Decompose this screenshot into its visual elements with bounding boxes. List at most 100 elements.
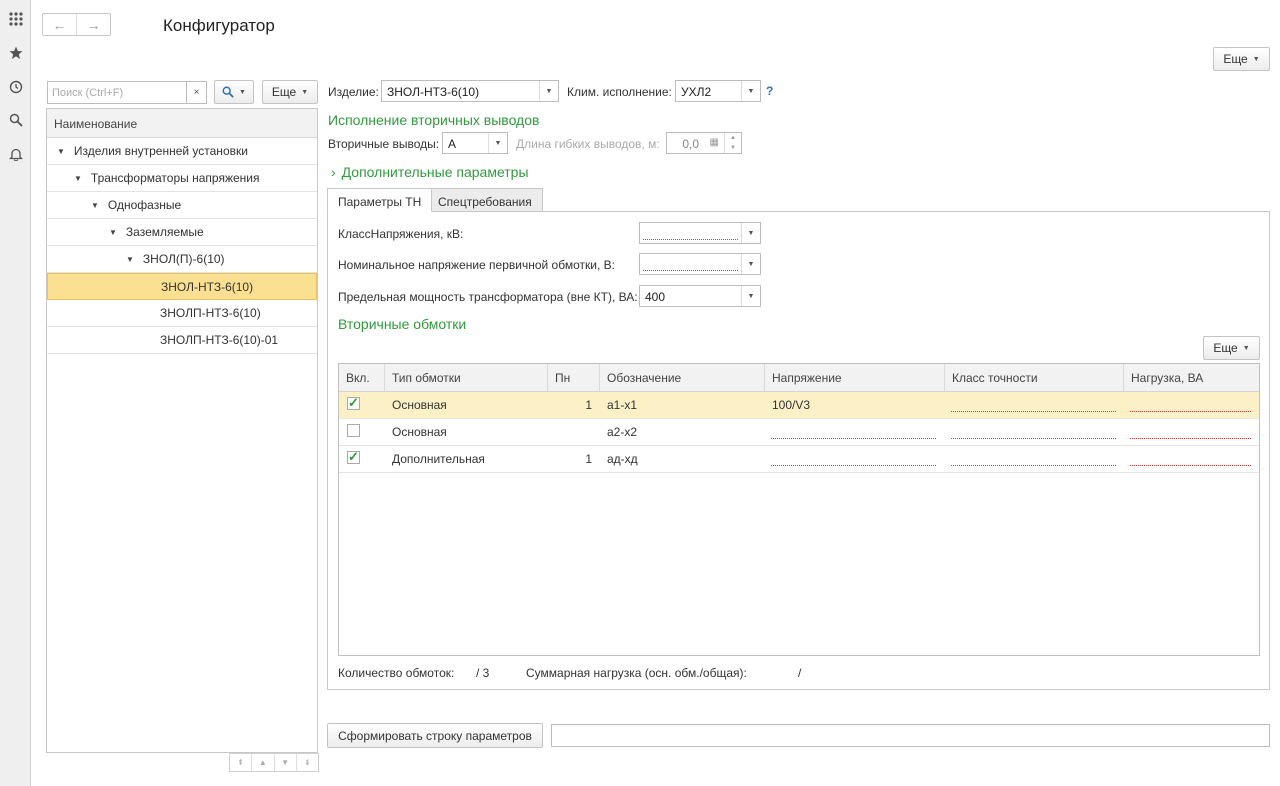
voltage-class-select[interactable]: ▼ bbox=[639, 222, 761, 244]
windings-heading: Вторичные обмотки bbox=[338, 316, 467, 332]
accuracy-cell[interactable] bbox=[944, 392, 1123, 418]
pn-cell bbox=[547, 419, 599, 445]
tree-node-label: Однофазные bbox=[107, 198, 182, 212]
expanded-triangle-icon[interactable]: ▼ bbox=[109, 228, 117, 237]
search-icon[interactable] bbox=[0, 109, 31, 131]
table-row[interactable]: Основная а2-х2 bbox=[339, 419, 1259, 446]
chevron-down-icon: ▼ bbox=[301, 88, 309, 96]
accuracy-cell[interactable] bbox=[944, 446, 1123, 472]
chevron-down-icon[interactable]: ▼ bbox=[539, 81, 558, 101]
scroll-last-icon[interactable]: ⇟ bbox=[297, 754, 318, 771]
required-marker bbox=[1130, 411, 1251, 412]
tree-node-label: Заземляемые bbox=[125, 225, 204, 239]
forward-arrow-icon[interactable]: → bbox=[77, 14, 110, 35]
tree-node-single-phase[interactable]: ▼ Однофазные bbox=[47, 192, 317, 219]
scroll-down-icon[interactable]: ▼ bbox=[275, 754, 297, 771]
scroll-first-icon[interactable]: ⇞ bbox=[230, 754, 253, 771]
tree-node-voltage-transformers[interactable]: ▼ Трансформаторы напряжения bbox=[47, 165, 317, 192]
additional-params-toggle[interactable]: › Дополнительные параметры bbox=[331, 164, 529, 180]
clear-search-icon[interactable]: × bbox=[186, 81, 207, 104]
col-pn[interactable]: Пн bbox=[547, 364, 599, 392]
tree-column-header[interactable]: Наименование bbox=[47, 109, 317, 138]
tree-node-znolp-ntz-01[interactable]: ЗНОЛП-НТЗ-6(10)-01 bbox=[47, 327, 317, 354]
spin-arrows-icon[interactable]: ▲ ▼ bbox=[724, 133, 741, 153]
windings-more-button[interactable]: Еще ▼ bbox=[1203, 336, 1260, 360]
header-more-button[interactable]: Еще ▼ bbox=[1213, 47, 1270, 71]
chevron-down-icon[interactable]: ▼ bbox=[488, 133, 507, 153]
col-enabled[interactable]: Вкл. bbox=[339, 364, 384, 392]
tree-search-input[interactable]: Поиск (Ctrl+F) bbox=[47, 81, 187, 104]
tree-node-indoor-products[interactable]: ▼ Изделия внутренней установки bbox=[47, 138, 317, 165]
enabled-checkbox[interactable]: ✓ bbox=[347, 396, 360, 410]
tree-node-label: Трансформаторы напряжения bbox=[90, 171, 260, 185]
chevron-down-icon[interactable]: ▼ bbox=[741, 81, 760, 101]
voltage-cell[interactable] bbox=[765, 419, 945, 445]
col-load[interactable]: Нагрузка, ВА bbox=[1123, 364, 1259, 392]
scroll-up-icon[interactable]: ▲ bbox=[252, 754, 275, 771]
product-select[interactable]: ЗНОЛ-НТЗ-6(10) ▼ bbox=[381, 80, 559, 102]
enabled-checkbox[interactable] bbox=[347, 424, 360, 437]
tree-node-znol-p[interactable]: ▼ ЗНОЛ(П)-6(10) bbox=[47, 246, 317, 273]
required-marker bbox=[951, 438, 1116, 439]
apps-grid-icon[interactable] bbox=[0, 8, 31, 30]
table-row[interactable]: ✓ Основная 1 а1-х1 100/V3 bbox=[339, 392, 1259, 419]
history-icon[interactable] bbox=[0, 76, 31, 98]
load-cell[interactable] bbox=[1123, 446, 1259, 472]
header-more-label: Еще bbox=[1223, 52, 1248, 66]
secondary-outputs-value: А bbox=[448, 137, 457, 151]
tab-tn-parameters[interactable]: Параметры ТН bbox=[327, 188, 433, 212]
load-cell[interactable] bbox=[1123, 419, 1259, 445]
expanded-triangle-icon[interactable]: ▼ bbox=[74, 174, 82, 183]
expanded-triangle-icon[interactable]: ▼ bbox=[126, 255, 134, 264]
windings-count-label: Количество обмоток: bbox=[338, 666, 455, 680]
chevron-right-icon[interactable]: › bbox=[331, 164, 336, 180]
table-row[interactable]: ✓ Дополнительная 1 ад-хд bbox=[339, 446, 1259, 473]
expanded-triangle-icon[interactable]: ▼ bbox=[57, 147, 65, 156]
chevron-down-icon[interactable]: ▼ bbox=[741, 254, 760, 274]
params-string-field[interactable] bbox=[551, 724, 1270, 747]
additional-params-label: Дополнительные параметры bbox=[341, 164, 529, 180]
winding-type-cell: Дополнительная bbox=[392, 452, 485, 466]
tree-node-label: Изделия внутренней установки bbox=[73, 144, 248, 158]
back-arrow-icon[interactable]: ← bbox=[43, 14, 77, 35]
total-load-value: / bbox=[798, 666, 802, 680]
secondary-outputs-heading: Исполнение вторичных выводов bbox=[328, 112, 540, 128]
tree-scroll-buttons: ⇞ ▲ ▼ ⇟ bbox=[229, 753, 319, 772]
load-cell[interactable] bbox=[1123, 392, 1259, 418]
max-power-select[interactable]: 400 ▼ bbox=[639, 285, 761, 307]
side-toolbar bbox=[0, 0, 31, 786]
tree-search-button[interactable]: ▼ bbox=[214, 80, 254, 104]
secondary-outputs-label: Вторичные выводы: bbox=[328, 137, 440, 151]
col-voltage[interactable]: Напряжение bbox=[764, 364, 944, 392]
required-marker bbox=[1130, 438, 1251, 439]
tree-node-grounded[interactable]: ▼ Заземляемые bbox=[47, 219, 317, 246]
accuracy-cell[interactable] bbox=[944, 419, 1123, 445]
tree-more-button[interactable]: Еще ▼ bbox=[262, 80, 318, 104]
tree-node-znol-ntz-selected[interactable]: ЗНОЛ-НТЗ-6(10) bbox=[47, 273, 317, 300]
generate-params-button[interactable]: Сформировать строку параметров bbox=[327, 723, 543, 748]
climate-select[interactable]: УХЛ2 ▼ bbox=[675, 80, 761, 102]
required-marker bbox=[643, 270, 738, 271]
flex-length-field[interactable]: 0,0 ▦ ▲ ▼ bbox=[666, 132, 742, 154]
nominal-voltage-select[interactable]: ▼ bbox=[639, 253, 761, 275]
tab-special-requirements[interactable]: Спецтребования bbox=[427, 188, 543, 212]
calculator-icon[interactable]: ▦ bbox=[710, 137, 719, 148]
chevron-down-icon: ▼ bbox=[1242, 344, 1250, 352]
col-winding-type[interactable]: Тип обмотки bbox=[384, 364, 547, 392]
voltage-cell[interactable]: 100/V3 bbox=[765, 392, 817, 418]
col-accuracy-class[interactable]: Класс точности bbox=[944, 364, 1123, 392]
col-designation[interactable]: Обозначение bbox=[599, 364, 764, 392]
flex-length-label: Длина гибких выводов, м: bbox=[516, 137, 660, 151]
favorites-star-icon[interactable] bbox=[0, 42, 31, 64]
chevron-down-icon[interactable]: ▼ bbox=[741, 223, 760, 243]
secondary-outputs-select[interactable]: А ▼ bbox=[442, 132, 508, 154]
notifications-bell-icon[interactable] bbox=[0, 143, 31, 165]
max-power-label: Предельная мощность трансформатора (вне … bbox=[338, 290, 638, 304]
tree-node-znolp-ntz[interactable]: ЗНОЛП-НТЗ-6(10) bbox=[47, 300, 317, 327]
flex-length-value: 0,0 bbox=[682, 137, 699, 151]
help-icon[interactable]: ? bbox=[766, 84, 773, 98]
chevron-down-icon[interactable]: ▼ bbox=[741, 286, 760, 306]
enabled-checkbox[interactable]: ✓ bbox=[347, 450, 360, 464]
voltage-cell[interactable] bbox=[765, 446, 945, 472]
expanded-triangle-icon[interactable]: ▼ bbox=[91, 201, 99, 210]
